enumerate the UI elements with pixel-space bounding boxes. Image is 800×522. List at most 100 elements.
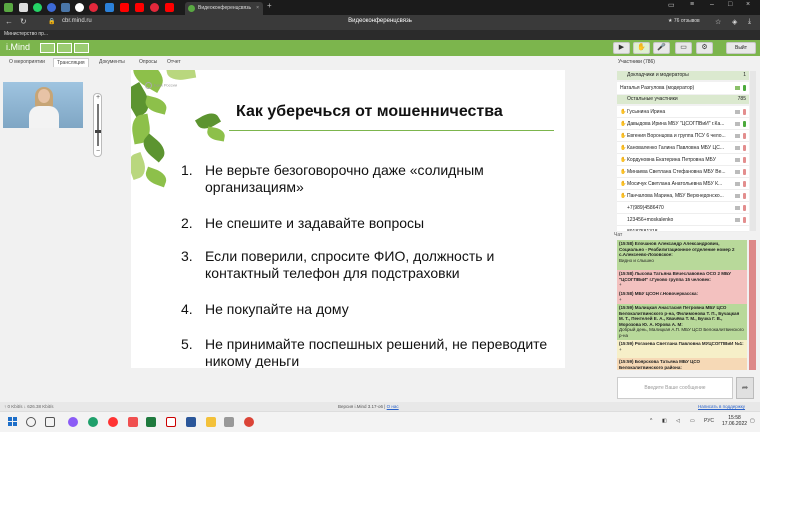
chat-input[interactable]: Введите Ваше сообщение	[617, 377, 733, 399]
app-icon[interactable]	[224, 417, 234, 427]
url-field[interactable]: cbr.mind.ru	[62, 18, 92, 24]
zoom-slider[interactable]: + −	[93, 93, 102, 157]
gear-icon[interactable]: ⚙	[696, 42, 713, 54]
tab-about[interactable]: О мероприятии	[6, 58, 48, 67]
chat-scrollbar[interactable]	[749, 240, 756, 370]
app-icon[interactable]	[68, 417, 78, 427]
microphone-icon	[743, 157, 746, 163]
excel-icon[interactable]	[146, 417, 156, 427]
os-taskbar: ^ ◧ ◁ ▭ РУС 15:58 17.06.2022 ▢	[0, 411, 760, 432]
microphone-icon	[743, 181, 746, 187]
layout-single-icon[interactable]	[74, 43, 89, 53]
yandex-browser-icon[interactable]	[166, 417, 176, 427]
participant-row[interactable]: 123456+moskalenko	[617, 214, 749, 226]
tab-favicon-icon[interactable]	[19, 3, 28, 12]
moderators-section[interactable]: Докладчики и модераторы 1	[617, 71, 749, 80]
speaker-video[interactable]	[3, 82, 83, 128]
extensions-icon[interactable]: ◈	[732, 18, 737, 26]
search-icon[interactable]	[26, 417, 36, 427]
tab-polls[interactable]: Опросы	[136, 58, 160, 67]
chat-message: (15:58) Лысова Татьяна Вячеславовна ОСО …	[617, 270, 747, 290]
support-link[interactable]: Написать в поддержку	[698, 402, 745, 411]
tab-favicon-icon[interactable]	[47, 3, 56, 12]
about-link[interactable]: О нас	[387, 404, 399, 409]
battery-icon[interactable]: ▭	[690, 418, 695, 424]
reload-icon[interactable]: ↻	[20, 17, 27, 26]
volume-icon[interactable]: ◁	[676, 418, 680, 424]
tab-documents[interactable]: Документы	[96, 58, 128, 67]
participant-row[interactable]: ✋ Евгения Воронцова и группа ПСУ 6 чело..…	[617, 130, 749, 142]
send-button[interactable]: ➦	[736, 377, 754, 399]
close-tab-icon[interactable]: ×	[256, 2, 259, 15]
participant-row[interactable]: Наталья Разгулова (модератор)	[617, 82, 749, 94]
maximize-icon[interactable]: □	[728, 1, 732, 8]
clock[interactable]: 15:58 17.06.2022	[722, 415, 747, 427]
edge-icon[interactable]	[88, 417, 98, 427]
yandex-icon[interactable]	[108, 417, 118, 427]
participant-row[interactable]: 89187581318	[617, 226, 749, 232]
camera-icon[interactable]: ▶	[613, 42, 630, 54]
camera-icon	[735, 182, 740, 186]
download-icon[interactable]: ⤓	[748, 18, 751, 26]
youtube-icon[interactable]	[165, 3, 174, 12]
microphone-icon[interactable]: 🎤	[653, 42, 670, 54]
vk-icon[interactable]	[61, 3, 70, 12]
chrome-icon[interactable]	[244, 417, 254, 427]
chat-message: (15:58) Елочанов Александр Александрович…	[617, 240, 747, 270]
participant-row[interactable]: ✋ Давыдова Ирина МБУ "ЦСОГПВиИ" г.Ка...	[617, 118, 749, 130]
tab-favicon-icon[interactable]	[89, 3, 98, 12]
layout-split-icon[interactable]	[57, 43, 72, 53]
participant-row[interactable]: ✋ Гусынина Ирина	[617, 106, 749, 118]
zoom-in-icon[interactable]: +	[94, 94, 102, 102]
exit-label: Выйт	[734, 45, 747, 51]
participant-row[interactable]: ✋ Мосичук Светлана Анатольевна МБУ К...	[617, 178, 749, 190]
new-tab-icon[interactable]: +	[267, 1, 272, 10]
task-view-icon[interactable]	[45, 417, 55, 427]
language-indicator[interactable]: РУС	[704, 418, 714, 424]
participant-row[interactable]: ✋ Кановаленко Галина Павловна МБУ ЦС...	[617, 142, 749, 154]
folder-icon[interactable]	[206, 417, 216, 427]
network-icon[interactable]: ◧	[662, 418, 667, 424]
youtube-icon[interactable]	[120, 3, 129, 12]
tab-favicon-icon[interactable]	[105, 3, 114, 12]
tab-broadcast[interactable]: Трансляция	[53, 58, 89, 67]
bookmark-item[interactable]: Министерство пр...	[4, 31, 48, 37]
hand-icon[interactable]: ✋	[633, 42, 650, 54]
minimize-icon[interactable]: –	[710, 1, 714, 8]
reviews-badge[interactable]: ★ 76 отзывов	[668, 18, 700, 24]
others-section[interactable]: Остальные участники 785	[617, 95, 749, 104]
participant-row[interactable]: ✋ Минаева Светлана Стефановна МБУ Ве...	[617, 166, 749, 178]
start-icon[interactable]	[8, 417, 18, 427]
word-icon[interactable]	[186, 417, 196, 427]
item-text: Не покупайте на дому	[205, 301, 349, 317]
zoom-out-icon[interactable]: −	[94, 148, 102, 156]
slider-handle[interactable]	[95, 130, 101, 133]
participant-row[interactable]: ✋ Панчалова Марина, МБУ Верхнедонско...	[617, 190, 749, 202]
participants-scrollbar[interactable]	[750, 71, 756, 231]
tray-arrow-icon[interactable]: ^	[650, 418, 652, 424]
layout-grid-icon[interactable]	[40, 43, 55, 53]
leaf-decoration	[165, 70, 197, 83]
app-icon[interactable]	[128, 417, 138, 427]
youtube-icon[interactable]	[135, 3, 144, 12]
settings-icon[interactable]: ≡	[690, 1, 694, 8]
slider-track[interactable]	[97, 104, 99, 146]
participant-row[interactable]: +7(989)4586470	[617, 202, 749, 214]
tab-active[interactable]: Видеоконференцсвязь ×	[185, 2, 263, 15]
tabs-menu-icon[interactable]: ▭	[668, 1, 675, 9]
participant-name: Кановаленко Галина Павловна МБУ ЦС...	[627, 145, 724, 151]
bookmark-icon[interactable]: ☆	[715, 18, 721, 26]
exit-button[interactable]: Выйт	[726, 42, 756, 54]
whatsapp-icon[interactable]	[33, 3, 42, 12]
hand-icon: ✋	[620, 145, 627, 151]
participant-row[interactable]: ✋ Кордуновна Екатерина Петровна МБУ	[617, 154, 749, 166]
tab-report[interactable]: Отчет	[164, 58, 184, 67]
google-icon[interactable]	[75, 3, 84, 12]
screen-share-icon[interactable]: ▭	[675, 42, 692, 54]
notifications-icon[interactable]: ▢	[750, 418, 755, 424]
back-icon[interactable]: ←	[5, 17, 13, 26]
tab-favicon-icon[interactable]	[150, 3, 159, 12]
close-window-icon[interactable]: ×	[746, 1, 750, 8]
app-pin-icon[interactable]	[4, 3, 13, 12]
browser-tab-strip: Видеоконференцсвязь × + ▭ ≡ – □ ×	[0, 0, 760, 15]
